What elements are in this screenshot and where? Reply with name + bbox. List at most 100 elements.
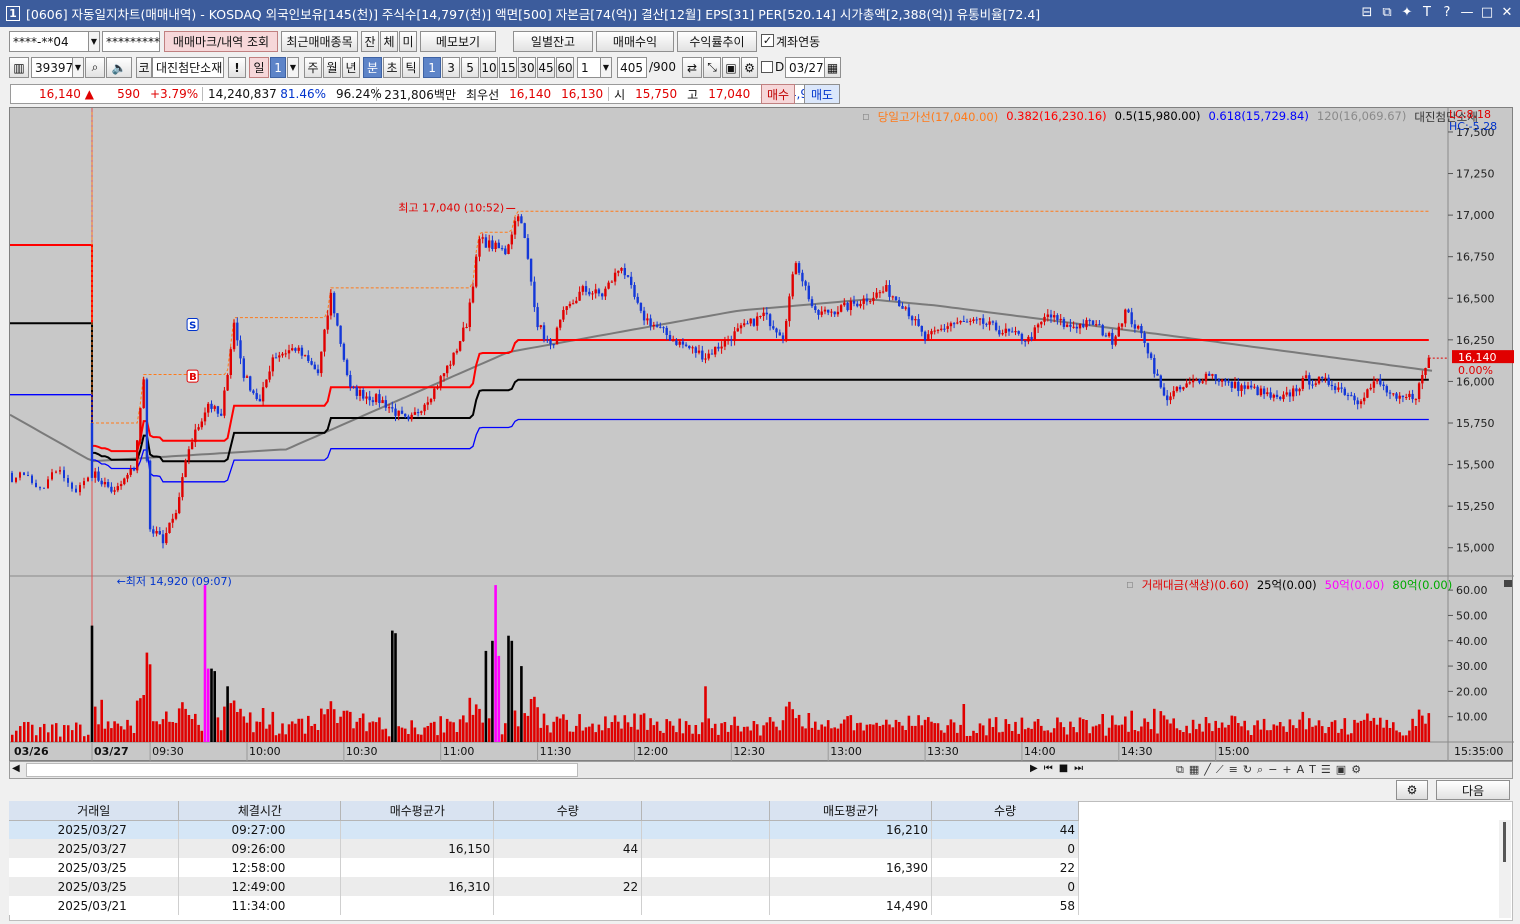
sell-button[interactable]: 매도 xyxy=(804,84,840,104)
legend-volume-50[interactable]: 50억(0.00) xyxy=(1325,577,1385,593)
tool-trend-icon[interactable]: ⟋ xyxy=(1216,763,1224,777)
period-month-button[interactable]: 월 xyxy=(323,57,341,78)
col-buy-qty[interactable]: 수량 xyxy=(493,801,643,821)
period-week-button[interactable]: 주 xyxy=(304,57,322,78)
table-scrollbar[interactable] xyxy=(1499,820,1511,918)
legend-volume-25[interactable]: 25억(0.00) xyxy=(1257,577,1317,593)
text-size-icon[interactable]: T xyxy=(1420,5,1434,20)
col-sell-qty[interactable]: 수량 xyxy=(931,801,1079,821)
screen-link-icon[interactable]: ▥ xyxy=(9,57,29,78)
unfilled-button[interactable]: 미 xyxy=(399,31,417,52)
buy-button[interactable]: 매수 xyxy=(761,84,795,104)
tool-settings-icon[interactable]: ⚙ xyxy=(1351,763,1361,777)
tool-text-icon[interactable]: A xyxy=(1297,763,1305,777)
account-link-checkbox[interactable]: ✓ xyxy=(761,34,774,47)
legend-volume-amount[interactable]: 거래대금(색상)(0.60) xyxy=(1142,577,1249,593)
col-buy-avg[interactable]: 매수평균가 xyxy=(340,801,495,821)
chart-scrollbar[interactable]: ◀ ▶ ⏮ ■ ⏭ ⧉ ▦ ╱ ⟋ ≡ ↻ ⌕ − + A T ☰ ▣ ⚙ xyxy=(9,761,1513,779)
chart-settings-icon[interactable]: ⇄ xyxy=(682,57,702,78)
period-year-button[interactable]: 년 xyxy=(342,57,360,78)
period-dropdown[interactable]: ▼ xyxy=(287,57,299,78)
minimize-icon[interactable]: — xyxy=(1460,5,1474,20)
table-scroll-thumb[interactable] xyxy=(1503,822,1506,862)
maximize-icon[interactable]: □ xyxy=(1480,5,1494,20)
recent-trades-button[interactable]: 최근매매종목 xyxy=(281,31,358,52)
interval-30-button[interactable]: 30 xyxy=(518,57,536,78)
interval-60-button[interactable]: 60 xyxy=(556,57,574,78)
scroll-left-icon[interactable]: ◀ xyxy=(12,763,20,774)
tool-fib-icon[interactable]: ≡ xyxy=(1229,763,1238,777)
account-input[interactable]: ****-**04 xyxy=(9,31,89,52)
legend-volume-80[interactable]: 80억(0.00) xyxy=(1392,577,1452,593)
scroll-thumb[interactable] xyxy=(26,763,578,777)
tool-plus-icon[interactable]: + xyxy=(1282,763,1291,777)
scroll-right-icon[interactable]: ▶ xyxy=(1030,763,1038,774)
legend-fib-5[interactable]: 0.5(15,980.00) xyxy=(1115,109,1201,125)
date-input[interactable]: 03/27 xyxy=(785,57,825,78)
next-button[interactable]: 다음 xyxy=(1436,780,1510,800)
tool-line-icon[interactable]: ╱ xyxy=(1204,763,1211,777)
period-tick-button[interactable]: 틱 xyxy=(402,57,420,78)
legend-fib-382[interactable]: 0.382(16,230.16) xyxy=(1006,109,1106,125)
gear-icon[interactable]: ⚙ xyxy=(741,57,758,78)
account-dropdown[interactable]: ▼ xyxy=(88,31,100,52)
trade-mark-button[interactable]: 매매마크/내역 조회 xyxy=(164,31,278,52)
tile-icon[interactable]: ⧉ xyxy=(1380,5,1394,20)
tool-tf-icon[interactable]: T xyxy=(1309,763,1316,777)
d-checkbox[interactable] xyxy=(761,61,773,73)
pin-icon[interactable]: ✦ xyxy=(1400,5,1414,20)
col-sell-avg[interactable]: 매도평균가 xyxy=(769,801,933,821)
tool-list-icon[interactable]: ☰ xyxy=(1321,763,1331,777)
chart-area[interactable]: 17,500 17,250 17,000 16,750 16,500 16,250 16,0… xyxy=(9,107,1514,762)
save-icon[interactable]: ▣ xyxy=(722,57,740,78)
period-value[interactable]: 1 xyxy=(270,57,286,78)
table-row[interactable]: 2025/03/27 09:27:00 16,210 44 xyxy=(9,820,1079,839)
options-icon[interactable]: ⚙ xyxy=(1396,780,1428,800)
table-row[interactable]: 2025/03/25 12:58:00 16,390 22 xyxy=(9,858,1079,877)
interval-count-input[interactable]: 1 xyxy=(577,57,601,78)
legend-fib-618[interactable]: 0.618(15,729.84) xyxy=(1208,109,1308,125)
interval-5-button[interactable]: 5 xyxy=(461,57,479,78)
search-icon[interactable]: ⌕ xyxy=(85,57,105,78)
tool-grid-icon[interactable]: ▦ xyxy=(1189,763,1199,777)
table-row[interactable]: 2025/03/25 12:49:00 16,310 22 0 xyxy=(9,877,1079,896)
interval-45-button[interactable]: 45 xyxy=(537,57,555,78)
price-volume-chart[interactable]: 17,50017,25017,00016,75016,50016,25016,0… xyxy=(9,108,1514,762)
stop-icon[interactable]: ■ xyxy=(1059,763,1068,774)
alert-icon[interactable]: ! xyxy=(228,57,246,78)
interval-3-button[interactable]: 3 xyxy=(442,57,460,78)
tool-copy-icon[interactable]: ⧉ xyxy=(1176,763,1184,777)
rewind-icon[interactable]: ⏮ xyxy=(1044,763,1053,774)
calendar-icon[interactable]: ▦ xyxy=(824,57,841,78)
tool-zoom-icon[interactable]: ⌕ xyxy=(1257,763,1263,777)
speaker-icon[interactable]: 🔈 xyxy=(106,57,132,78)
memo-button[interactable]: 메모보기 xyxy=(420,31,496,52)
legend-high-line[interactable]: 당일고가선(17,040.00) xyxy=(878,109,998,125)
indicator-icon[interactable]: ⤡ xyxy=(703,57,721,78)
close-icon[interactable]: ✕ xyxy=(1500,5,1514,20)
tool-image-icon[interactable]: ▣ xyxy=(1336,763,1346,777)
period-minute-button[interactable]: 분 xyxy=(363,57,382,78)
daily-balance-button[interactable]: 일별잔고 xyxy=(513,31,593,52)
trade-profit-button[interactable]: 매매수익 xyxy=(596,31,674,52)
table-row[interactable]: 2025/03/21 11:34:00 14,490 58 xyxy=(9,896,1079,915)
interval-15-button[interactable]: 15 xyxy=(499,57,517,78)
return-trend-button[interactable]: 수익률추이 xyxy=(677,31,757,52)
tool-minus-icon[interactable]: − xyxy=(1268,763,1277,777)
dock-icon[interactable]: ⊟ xyxy=(1360,5,1374,20)
stock-code-dropdown[interactable]: ▼ xyxy=(72,57,84,78)
help-icon[interactable]: ? xyxy=(1440,5,1454,20)
executed-button[interactable]: 체 xyxy=(380,31,398,52)
balance-button[interactable]: 잔 xyxy=(361,31,379,52)
col-exec-time[interactable]: 체결시간 xyxy=(178,801,342,821)
display-count-input[interactable]: 405 xyxy=(617,57,647,78)
legend-ma120[interactable]: 120(16,069.67) xyxy=(1317,109,1406,125)
interval-10-button[interactable]: 10 xyxy=(480,57,498,78)
period-second-button[interactable]: 초 xyxy=(383,57,401,78)
table-row[interactable]: 2025/03/27 09:26:00 16,150 44 0 xyxy=(9,839,1079,858)
interval-count-dropdown[interactable]: ▼ xyxy=(600,57,612,78)
password-input[interactable]: ********* xyxy=(102,31,160,52)
col-trade-date[interactable]: 거래일 xyxy=(9,801,180,821)
forward-icon[interactable]: ⏭ xyxy=(1074,763,1083,774)
stock-code-input[interactable]: 393970 xyxy=(31,57,81,78)
